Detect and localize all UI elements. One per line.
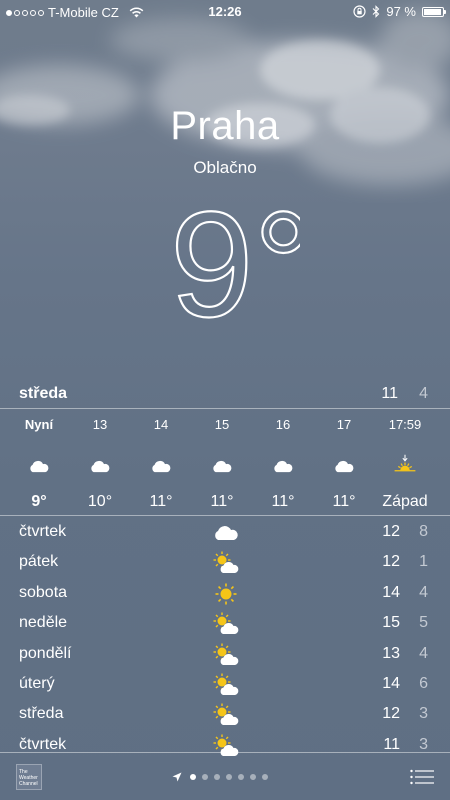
hourly-forecast[interactable]: Nyní 9° 13 10° 14 11° 15 11° 16 11° 17 1… xyxy=(0,410,450,515)
svg-text:9°: 9° xyxy=(170,198,300,338)
location-arrow-icon xyxy=(172,772,182,782)
day-low: 5 xyxy=(419,614,428,632)
today-day: středa xyxy=(19,385,68,402)
divider xyxy=(0,408,450,409)
day-name: úterý xyxy=(19,674,55,692)
daily-row: neděle 15 5 xyxy=(0,609,450,639)
cloud-icon xyxy=(8,449,70,483)
bottom-bar: The Weather Channel xyxy=(0,752,450,800)
page-indicator[interactable] xyxy=(172,772,268,782)
cloud-icon xyxy=(211,520,241,546)
page-dot[interactable] xyxy=(190,774,196,780)
bluetooth-icon xyxy=(372,5,380,18)
current-temperature: 9° xyxy=(0,198,450,338)
hour-temperature: 10° xyxy=(87,493,113,510)
day-low: 8 xyxy=(419,523,428,540)
day-low: 6 xyxy=(419,674,428,692)
day-low: 4 xyxy=(419,644,428,662)
hour-temperature: Západ xyxy=(382,493,428,510)
sunset-icon xyxy=(374,449,436,483)
city-name: Praha xyxy=(170,104,280,148)
day-high: 14 xyxy=(382,674,400,692)
divider xyxy=(0,515,450,516)
weather-condition: Oblačno xyxy=(193,158,257,177)
cloud-icon xyxy=(130,449,192,483)
daily-row: pondělí 13 4 xyxy=(0,640,450,670)
day-name: pondělí xyxy=(19,644,72,662)
cloud-icon xyxy=(69,449,131,483)
day-low: 3 xyxy=(419,705,428,723)
today-low: 4 xyxy=(419,385,428,402)
day-high: 15 xyxy=(382,614,400,632)
page-dot[interactable] xyxy=(214,774,220,780)
hourly-item: 16 11° xyxy=(252,410,314,511)
page-dot[interactable] xyxy=(238,774,244,780)
hour-temperature: 11° xyxy=(210,493,234,510)
hourly-item: 17:59 Západ xyxy=(374,410,436,511)
day-name: čtvrtek xyxy=(19,523,67,540)
city-list-icon[interactable] xyxy=(410,769,434,785)
day-low: 1 xyxy=(419,553,428,571)
partly-cloudy-icon xyxy=(211,611,241,637)
sun-icon xyxy=(211,581,241,607)
day-high: 12 xyxy=(382,705,400,723)
partly-cloudy-icon xyxy=(211,642,241,668)
daily-row: čtvrtek 12 8 xyxy=(0,518,450,548)
today-high: 11 xyxy=(381,385,398,402)
cloud-icon xyxy=(313,449,375,483)
day-name: sobota xyxy=(19,583,68,601)
hour-label: 13 xyxy=(92,417,108,432)
hour-temperature: 11° xyxy=(332,493,356,510)
status-bar: T-Mobile CZ 12:26 97 % xyxy=(0,0,450,24)
page-dot[interactable] xyxy=(262,774,268,780)
orientation-lock-icon xyxy=(353,5,366,18)
partly-cloudy-icon xyxy=(211,550,241,576)
hour-label: 17:59 xyxy=(388,417,422,432)
day-name: pátek xyxy=(19,553,59,571)
hour-label: 15 xyxy=(214,417,230,432)
partly-cloudy-icon xyxy=(211,672,241,698)
weather-channel-logo[interactable]: The Weather Channel xyxy=(16,764,42,790)
hour-label: 17 xyxy=(336,417,352,432)
cloud-icon xyxy=(252,449,314,483)
daily-row: pátek 12 1 xyxy=(0,548,450,578)
partly-cloudy-icon xyxy=(211,702,241,728)
hourly-item: Nyní 9° xyxy=(8,410,70,511)
hour-temperature: 9° xyxy=(31,493,47,510)
today-summary: středa 11 4 xyxy=(0,380,450,408)
daily-row: úterý 14 6 xyxy=(0,670,450,700)
day-name: středa xyxy=(19,705,64,723)
hourly-item: 14 11° xyxy=(130,410,192,511)
day-high: 12 xyxy=(382,523,400,540)
daily-row: středa 12 3 xyxy=(0,700,450,730)
battery-percent: 97 % xyxy=(386,4,416,19)
page-dot[interactable] xyxy=(226,774,232,780)
page-dot[interactable] xyxy=(250,774,256,780)
page-dot[interactable] xyxy=(202,774,208,780)
daily-forecast[interactable]: čtvrtek 12 8 pátek 12 1 sobota 14 4 nedě… xyxy=(0,518,450,761)
hour-label: 16 xyxy=(275,417,291,432)
day-name: neděle xyxy=(19,614,68,632)
day-high: 12 xyxy=(382,553,400,571)
hour-temperature: 11° xyxy=(149,493,173,510)
hourly-item: 17 11° xyxy=(313,410,375,511)
weather-channel-logo-text: The Weather Channel xyxy=(19,769,38,787)
day-high: 13 xyxy=(382,644,400,662)
day-low: 4 xyxy=(419,583,428,601)
hour-temperature: 11° xyxy=(271,493,295,510)
daily-row: sobota 14 4 xyxy=(0,579,450,609)
battery-icon xyxy=(422,6,446,17)
day-high: 14 xyxy=(382,583,400,601)
hourly-item: 13 10° xyxy=(69,410,131,511)
hour-label: 14 xyxy=(153,417,169,432)
hourly-item: 15 11° xyxy=(191,410,253,511)
hour-label: Nyní xyxy=(24,417,54,432)
cloud-icon xyxy=(191,449,253,483)
